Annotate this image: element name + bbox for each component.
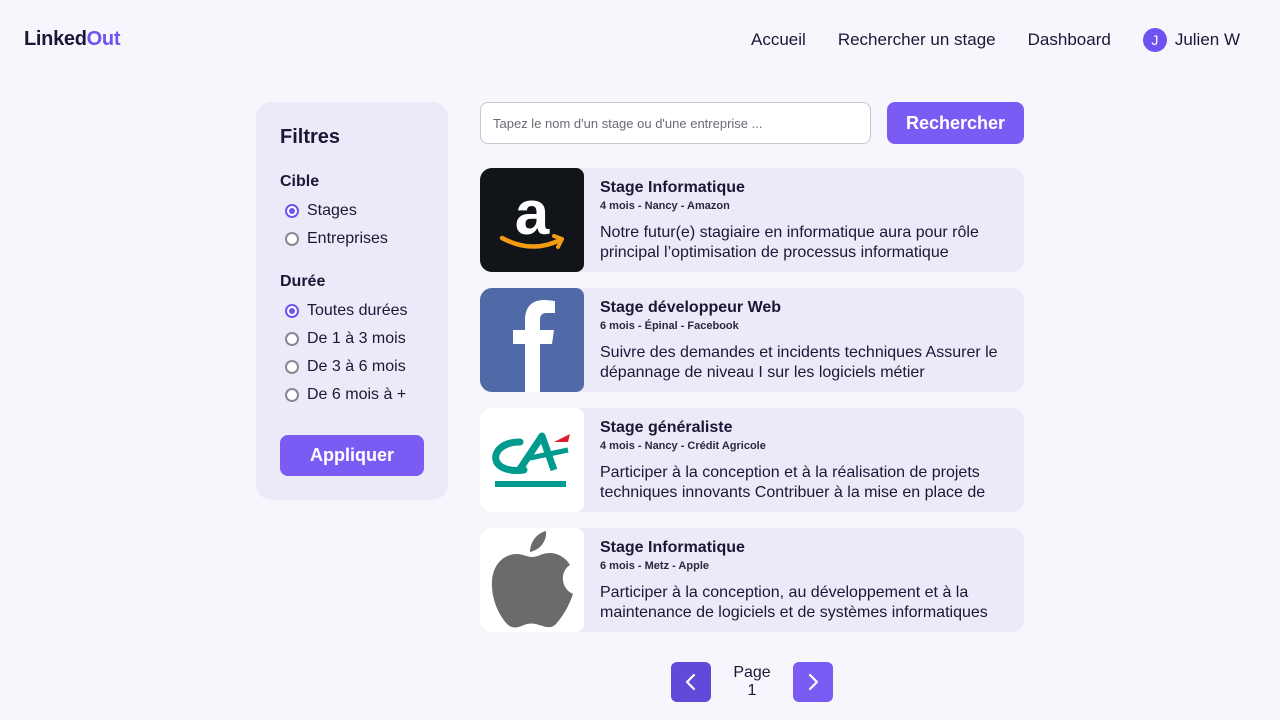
nav-link-accueil[interactable]: Accueil: [751, 30, 806, 50]
apple-logo: [480, 528, 584, 632]
radio-label: De 1 à 3 mois: [307, 330, 406, 347]
radio-button[interactable]: [285, 204, 299, 218]
amazon-logo: a: [480, 168, 584, 272]
card-description: Notre futur(e) stagiaire en informatique…: [600, 224, 979, 261]
page-indicator: Page 1: [733, 664, 771, 699]
main-nav: Accueil Rechercher un stage Dashboard J …: [751, 28, 1240, 52]
card-description: Participer à la conception et à la réali…: [600, 464, 986, 501]
radio-option-stages[interactable]: Stages: [280, 197, 424, 225]
card-meta: 6 mois - Metz - Apple: [600, 560, 709, 572]
filters-panel: Filtres Cible Stages Entreprises Durée T…: [256, 102, 448, 500]
radio-button[interactable]: [285, 388, 299, 402]
card-description: Suivre des demandes et incidents techniq…: [600, 344, 998, 381]
card-title: Stage Informatique: [600, 179, 745, 196]
nav-link-rechercher-stage[interactable]: Rechercher un stage: [838, 30, 996, 50]
user-name: Julien W: [1174, 30, 1240, 49]
card-body: Stage généraliste 4 mois - Nancy - Crédi…: [584, 408, 1024, 512]
radio-button[interactable]: [285, 232, 299, 246]
card-title: Stage généraliste: [600, 419, 733, 436]
app-logo[interactable]: LinkedOut: [24, 28, 120, 51]
nav-link-dashboard[interactable]: Dashboard: [1028, 30, 1111, 50]
result-card-amazon[interactable]: a Stage Informatique 4 mois - Nancy - Am…: [480, 168, 1024, 272]
previous-page-button[interactable]: [671, 662, 711, 702]
duree-group: Durée Toutes durées De 1 à 3 mois De 3 à…: [280, 273, 424, 409]
card-title: Stage développeur Web: [600, 299, 782, 316]
radio-option-entreprises[interactable]: Entreprises: [280, 225, 424, 253]
credit-agricole-logo: [480, 408, 584, 512]
card-meta: 4 mois - Nancy - Crédit Agricole: [600, 440, 766, 452]
result-card-apple[interactable]: Stage Informatique 6 mois - Metz - Apple…: [480, 528, 1024, 632]
apply-button[interactable]: Appliquer: [280, 435, 424, 476]
result-card-facebook[interactable]: Stage développeur Web 6 mois - Épinal - …: [480, 288, 1024, 392]
radio-label: De 3 à 6 mois: [307, 358, 406, 375]
radio-label: Toutes durées: [307, 302, 408, 319]
user-menu[interactable]: J Julien W: [1142, 28, 1240, 52]
chevron-left-icon: [685, 673, 696, 691]
search-input[interactable]: [480, 102, 871, 144]
result-card-credit-agricole[interactable]: Stage généraliste 4 mois - Nancy - Crédi…: [480, 408, 1024, 512]
radio-option-6-mois-plus[interactable]: De 6 mois à +: [280, 381, 424, 409]
logo-part-linked: Linked: [24, 28, 87, 50]
radio-button[interactable]: [285, 304, 299, 318]
filters-title: Filtres: [280, 126, 341, 148]
avatar: J: [1142, 28, 1167, 52]
search-button[interactable]: Rechercher: [887, 102, 1024, 144]
duree-label: Durée: [280, 273, 326, 290]
radio-button[interactable]: [285, 360, 299, 374]
cible-group: Cible Stages Entreprises: [280, 173, 424, 253]
svg-text:a: a: [515, 179, 550, 248]
radio-option-1-3-mois[interactable]: De 1 à 3 mois: [280, 325, 424, 353]
radio-label: De 6 mois à +: [307, 386, 407, 403]
card-body: Stage Informatique 4 mois - Nancy - Amaz…: [584, 168, 1024, 272]
card-meta: 6 mois - Épinal - Facebook: [600, 320, 739, 332]
card-title: Stage Informatique: [600, 539, 745, 556]
logo-part-out: Out: [86, 28, 121, 50]
card-meta: 4 mois - Nancy - Amazon: [600, 200, 730, 212]
card-body: Stage développeur Web 6 mois - Épinal - …: [584, 288, 1024, 392]
facebook-logo: [480, 288, 584, 392]
radio-label: Stages: [307, 202, 357, 219]
radio-label: Entreprises: [307, 230, 388, 247]
radio-option-3-6-mois[interactable]: De 3 à 6 mois: [280, 353, 424, 381]
radio-option-toutes-durees[interactable]: Toutes durées: [280, 297, 424, 325]
radio-button[interactable]: [285, 332, 299, 346]
card-description: Participer à la conception, au développe…: [600, 584, 988, 621]
pagination: Page 1: [671, 662, 833, 702]
chevron-right-icon: [808, 673, 819, 691]
cible-label: Cible: [280, 173, 320, 190]
next-page-button[interactable]: [793, 662, 833, 702]
card-body: Stage Informatique 6 mois - Metz - Apple…: [584, 528, 1024, 632]
